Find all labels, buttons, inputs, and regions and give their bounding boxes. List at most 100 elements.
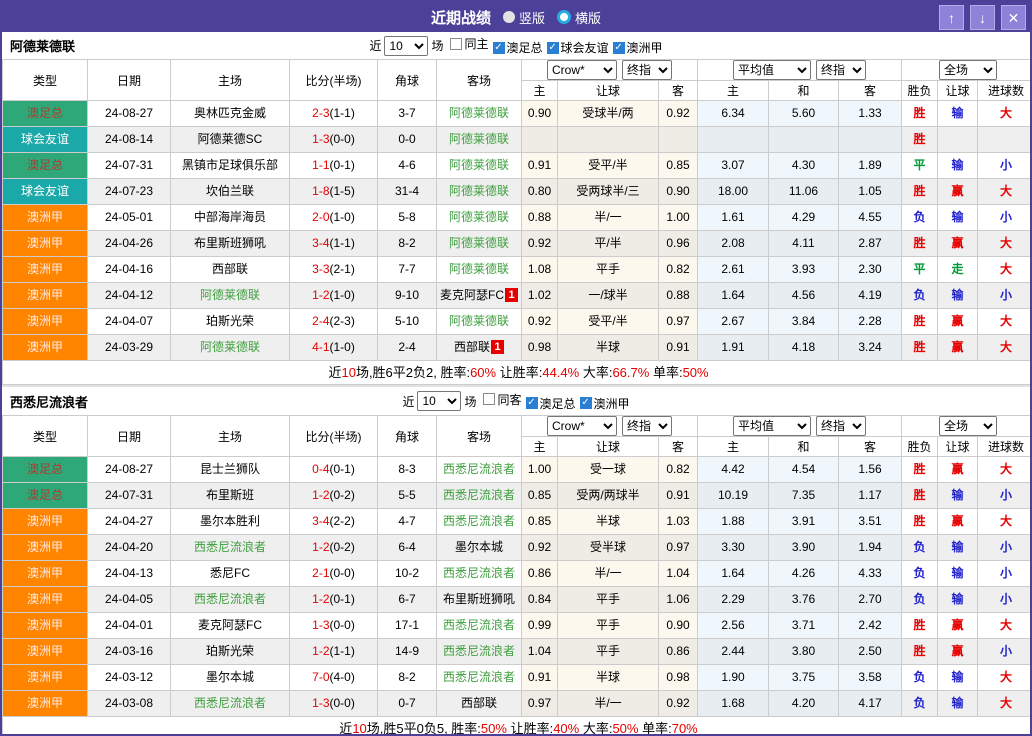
matches-count-select[interactable]: 10: [417, 391, 461, 411]
ah-away-odds: 0.96: [659, 231, 698, 257]
results-table: 类型 日期 主场 比分(半场) 角球 客场 Crow* 终指 平均值: [2, 415, 1032, 736]
home-team: 墨尔本胜利: [171, 509, 290, 535]
result-handicap: 输: [938, 283, 978, 309]
result-goals: 大: [978, 665, 1032, 691]
home-team: 麦克阿瑟FC: [171, 613, 290, 639]
radio-vertical-icon[interactable]: [503, 11, 515, 23]
result-handicap: 输: [938, 153, 978, 179]
average-odds-select[interactable]: 平均值: [733, 416, 811, 436]
filter-checkbox[interactable]: 同主: [450, 35, 488, 52]
away-team: 西悉尼流浪者: [437, 483, 522, 509]
result-handicap: 赢: [938, 639, 978, 665]
result-handicap: 输: [938, 691, 978, 717]
result-handicap: 输: [938, 561, 978, 587]
euro-away-odds: 1.17: [839, 483, 902, 509]
filter-checkbox[interactable]: ✓澳足总: [493, 39, 543, 56]
final-odds-select-ah[interactable]: 终指: [622, 416, 672, 436]
euro-home-odds: 2.61: [698, 257, 769, 283]
filter-checkbox[interactable]: ✓澳洲甲: [613, 39, 663, 56]
fulltime-score: 1-2: [312, 644, 329, 658]
col-type: 类型: [3, 416, 88, 457]
final-odds-select-euro[interactable]: 终指: [816, 416, 866, 436]
bookmaker-select[interactable]: Crow*: [547, 416, 617, 436]
home-team: 昆士兰狮队: [171, 457, 290, 483]
team-name: 昆士兰狮队: [200, 462, 260, 476]
filter-bar: 近 10 场 同主✓澳足总✓球会友谊✓澳洲甲: [369, 35, 662, 56]
ah-away-odds: 1.03: [659, 509, 698, 535]
checkbox-icon[interactable]: ✓: [493, 42, 505, 54]
final-odds-select-ah[interactable]: 终指: [622, 60, 672, 80]
result-goals: 大: [978, 101, 1032, 127]
col-res-goals: 进球数: [978, 81, 1032, 101]
halftime-score: (4-0): [330, 670, 355, 684]
scroll-down-button[interactable]: ↓: [970, 5, 995, 30]
col-res-handicap: 让球: [938, 437, 978, 457]
scroll-up-button[interactable]: ↑: [939, 5, 964, 30]
result-wdl: 胜: [902, 639, 938, 665]
euro-home-odds: [698, 127, 769, 153]
scope-select[interactable]: 全场: [939, 60, 997, 80]
matches-count-select[interactable]: 10: [384, 36, 428, 56]
summary-segment: 单率:: [649, 365, 682, 380]
title-bar: 近期战绩 竖版 横版 ↑ ↓ ✕: [2, 2, 1030, 32]
checkbox-icon[interactable]: [483, 393, 495, 405]
summary-row: 近10场,胜5平0负5, 胜率:50% 让胜率:40% 大率:50% 单率:70…: [3, 717, 1032, 736]
corner-count: 4-6: [378, 153, 437, 179]
checkbox-icon[interactable]: [450, 38, 462, 50]
page-title: 近期战绩: [431, 7, 491, 28]
result-goals: 小: [978, 639, 1032, 665]
halftime-score: (1-1): [330, 236, 355, 250]
col-ah-handicap: 让球: [558, 437, 659, 457]
team-name: 阿德莱德联: [449, 262, 509, 276]
close-button[interactable]: ✕: [1001, 5, 1026, 30]
checkbox-icon[interactable]: ✓: [547, 42, 559, 54]
halftime-score: (0-2): [330, 540, 355, 554]
team-name: 麦克阿瑟FC: [440, 288, 504, 302]
ah-home-odds: 1.04: [522, 639, 558, 665]
arrow-down-icon: ↓: [979, 11, 986, 25]
handicap-line: 半球: [558, 665, 659, 691]
corner-count: 5-10: [378, 309, 437, 335]
filter-checkbox[interactable]: ✓球会友谊: [547, 39, 609, 56]
radio-horizontal-icon[interactable]: [557, 10, 571, 24]
euro-draw-odds: 4.18: [769, 335, 839, 361]
result-goals: [978, 127, 1032, 153]
ah-away-odds: 0.92: [659, 101, 698, 127]
league-badge: 澳洲甲: [3, 335, 88, 361]
match-row: 澳洲甲24-04-07珀斯光荣2-4(2-3)5-10阿德莱德联0.92受平/半…: [3, 309, 1032, 335]
euro-home-odds: 1.90: [698, 665, 769, 691]
halftime-score: (0-1): [330, 592, 355, 606]
checkbox-label: 球会友谊: [561, 39, 609, 56]
score-cell: 1-3(0-0): [290, 691, 378, 717]
final-odds-select-euro[interactable]: 终指: [816, 60, 866, 80]
radio-vertical-label: 竖版: [519, 8, 545, 27]
handicap-line: 半/一: [558, 205, 659, 231]
corner-count: 7-7: [378, 257, 437, 283]
match-row: 澳洲甲24-04-27墨尔本胜利3-4(2-2)4-7西悉尼流浪者0.85半球1…: [3, 509, 1032, 535]
ah-home-odds: 0.84: [522, 587, 558, 613]
home-team: 阿德莱德联: [171, 335, 290, 361]
team-name: 墨尔本城: [455, 540, 503, 554]
match-date: 24-04-12: [88, 283, 171, 309]
checkbox-icon[interactable]: ✓: [613, 42, 625, 54]
layout-radio-vertical[interactable]: 竖版: [503, 8, 545, 27]
fulltime-score: 3-3: [312, 262, 329, 276]
match-row: 澳洲甲24-03-29阿德莱德联4-1(1-0)2-4西部联10.98半球0.9…: [3, 335, 1032, 361]
scope-select[interactable]: 全场: [939, 416, 997, 436]
average-odds-select[interactable]: 平均值: [733, 60, 811, 80]
match-date: 24-04-20: [88, 535, 171, 561]
checkbox-icon[interactable]: ✓: [580, 397, 592, 409]
ah-home-odds: 0.92: [522, 231, 558, 257]
match-row: 澳洲甲24-04-05西悉尼流浪者1-2(0-1)6-7布里斯班狮吼0.84平手…: [3, 587, 1032, 613]
filter-checkbox[interactable]: ✓澳洲甲: [580, 395, 630, 412]
ah-away-odds: [659, 127, 698, 153]
checkbox-icon[interactable]: ✓: [526, 397, 538, 409]
away-team: 阿德莱德联: [437, 127, 522, 153]
layout-radio-horizontal[interactable]: 横版: [557, 8, 601, 27]
result-goals: 大: [978, 457, 1032, 483]
result-wdl: 胜: [902, 457, 938, 483]
fulltime-score: 1-2: [312, 488, 329, 502]
bookmaker-select[interactable]: Crow*: [547, 60, 617, 80]
filter-checkbox[interactable]: ✓澳足总: [526, 395, 576, 412]
filter-checkbox[interactable]: 同客: [483, 391, 521, 408]
